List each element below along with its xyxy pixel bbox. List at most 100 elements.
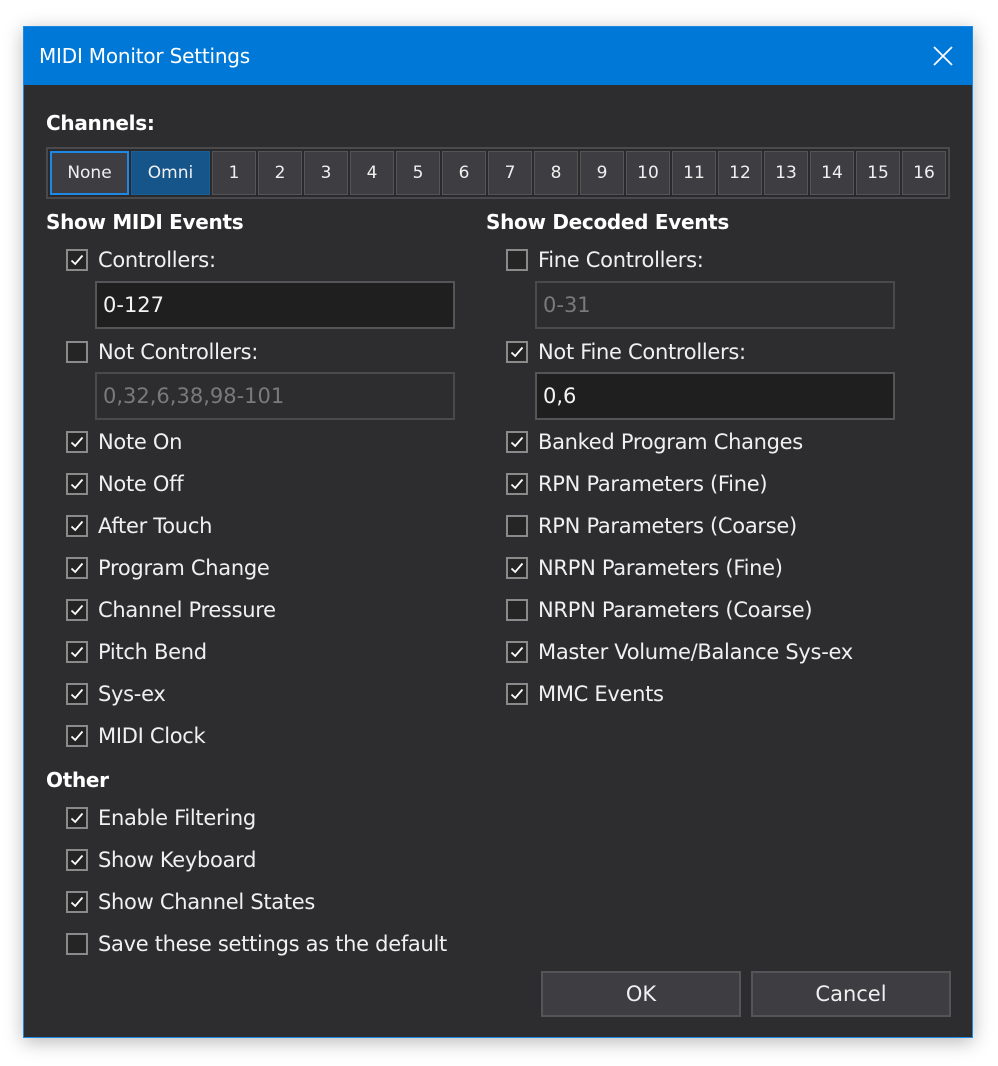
- channel-button-9[interactable]: 9: [580, 151, 624, 195]
- checkmark-icon: [70, 646, 84, 658]
- checkbox-box: [506, 249, 528, 271]
- channel-button-16[interactable]: 16: [902, 151, 946, 195]
- note-on-checkbox[interactable]: Note On: [66, 428, 182, 456]
- channel-button-3[interactable]: 3: [304, 151, 348, 195]
- channel-button-12[interactable]: 12: [718, 151, 762, 195]
- checkbox-box: [66, 557, 88, 579]
- checkbox-label: Program Change: [98, 556, 270, 580]
- checkbox-label: NRPN Parameters (Coarse): [538, 598, 813, 622]
- checkbox-box: [66, 807, 88, 829]
- ok-button[interactable]: OK: [541, 971, 741, 1017]
- channel-button-10[interactable]: 10: [626, 151, 670, 195]
- checkbox-box: [506, 515, 528, 537]
- channel-button-13[interactable]: 13: [764, 151, 808, 195]
- checkmark-icon: [70, 254, 84, 266]
- checkbox-box: [66, 933, 88, 955]
- show-keyboard-checkbox[interactable]: Show Keyboard: [66, 846, 256, 874]
- checkbox-box: [66, 683, 88, 705]
- checkbox-label: NRPN Parameters (Fine): [538, 556, 783, 580]
- checkbox-label: Not Fine Controllers:: [538, 340, 746, 364]
- checkbox-label: MIDI Clock: [98, 724, 206, 748]
- checkmark-icon: [510, 346, 524, 358]
- checkbox-box: [66, 473, 88, 495]
- checkmark-icon: [70, 604, 84, 616]
- mmc-events-checkbox[interactable]: MMC Events: [506, 680, 664, 708]
- checkbox-label: After Touch: [98, 514, 213, 538]
- channel-pressure-checkbox[interactable]: Channel Pressure: [66, 596, 276, 624]
- checkbox-label: Banked Program Changes: [538, 430, 803, 454]
- fine-controllers-input: [535, 281, 895, 329]
- checkbox-box: [506, 641, 528, 663]
- channel-button-15[interactable]: 15: [856, 151, 900, 195]
- channel-button-8[interactable]: 8: [534, 151, 578, 195]
- nrpn-parameters-fine-checkbox[interactable]: NRPN Parameters (Fine): [506, 554, 783, 582]
- channel-button-14[interactable]: 14: [810, 151, 854, 195]
- checkmark-icon: [70, 562, 84, 574]
- checkmark-icon: [70, 478, 84, 490]
- checkbox-box: [506, 341, 528, 363]
- channels-heading: Channels:: [46, 111, 155, 135]
- checkbox-label: RPN Parameters (Fine): [538, 472, 768, 496]
- checkbox-label: Channel Pressure: [98, 598, 276, 622]
- sys-ex-checkbox[interactable]: Sys-ex: [66, 680, 166, 708]
- channel-button-2[interactable]: 2: [258, 151, 302, 195]
- after-touch-checkbox[interactable]: After Touch: [66, 512, 212, 540]
- checkbox-box: [506, 557, 528, 579]
- rpn-parameters-coarse-checkbox[interactable]: RPN Parameters (Coarse): [506, 512, 797, 540]
- controllers-checkbox[interactable]: Controllers:: [66, 246, 216, 274]
- checkbox-label: Show Keyboard: [98, 848, 257, 872]
- midi-events-heading: Show MIDI Events: [46, 210, 244, 234]
- close-icon: [933, 46, 953, 66]
- channel-button-5[interactable]: 5: [396, 151, 440, 195]
- checkmark-icon: [70, 730, 84, 742]
- program-change-checkbox[interactable]: Program Change: [66, 554, 270, 582]
- not-fine-controllers-input[interactable]: [535, 372, 895, 420]
- cancel-button[interactable]: Cancel: [751, 971, 951, 1017]
- checkmark-icon: [70, 520, 84, 532]
- channel-button-4[interactable]: 4: [350, 151, 394, 195]
- decoded-events-heading: Show Decoded Events: [486, 210, 730, 234]
- channel-button-11[interactable]: 11: [672, 151, 716, 195]
- nrpn-parameters-coarse-checkbox[interactable]: NRPN Parameters (Coarse): [506, 596, 813, 624]
- channel-button-omni[interactable]: Omni: [131, 151, 210, 195]
- not-fine-controllers-checkbox[interactable]: Not Fine Controllers:: [506, 338, 746, 366]
- channel-button-none[interactable]: None: [50, 151, 129, 195]
- pitch-bend-checkbox[interactable]: Pitch Bend: [66, 638, 207, 666]
- fine-controllers-checkbox[interactable]: Fine Controllers:: [506, 246, 704, 274]
- checkbox-label: Not Controllers:: [98, 340, 258, 364]
- checkbox-label: Note On: [98, 430, 183, 454]
- settings-dialog: MIDI Monitor Settings Channels: None Omni…: [23, 26, 973, 1038]
- checkbox-label: Master Volume/Balance Sys-ex: [538, 640, 853, 664]
- channel-button-7[interactable]: 7: [488, 151, 532, 195]
- not-controllers-checkbox[interactable]: Not Controllers:: [66, 338, 258, 366]
- checkmark-icon: [510, 478, 524, 490]
- rpn-parameters-fine-checkbox[interactable]: RPN Parameters (Fine): [506, 470, 768, 498]
- checkbox-box: [66, 725, 88, 747]
- channel-button-1[interactable]: 1: [212, 151, 256, 195]
- controllers-input[interactable]: [95, 281, 455, 329]
- note-off-checkbox[interactable]: Note Off: [66, 470, 184, 498]
- checkbox-label: Show Channel States: [98, 890, 316, 914]
- checkmark-icon: [70, 436, 84, 448]
- checkbox-label: Pitch Bend: [98, 640, 207, 664]
- checkbox-box: [66, 641, 88, 663]
- save-these-settings-as-the-default-checkbox[interactable]: Save these settings as the default: [66, 930, 447, 958]
- master-volume-balance-sys-ex-checkbox[interactable]: Master Volume/Balance Sys-ex: [506, 638, 853, 666]
- enable-filtering-checkbox[interactable]: Enable Filtering: [66, 804, 256, 832]
- not-controllers-input: [95, 372, 455, 420]
- checkmark-icon: [70, 896, 84, 908]
- midi-clock-checkbox[interactable]: MIDI Clock: [66, 722, 206, 750]
- dialog-content: Channels: None Omni 1 2 3 4 5 6 7 8 9 10 11 12 13 14 15 1…: [24, 85, 972, 1037]
- close-button[interactable]: [928, 41, 958, 71]
- checkmark-icon: [70, 688, 84, 700]
- checkbox-label: MMC Events: [538, 682, 664, 706]
- banked-program-changes-checkbox[interactable]: Banked Program Changes: [506, 428, 803, 456]
- checkmark-icon: [510, 688, 524, 700]
- checkbox-label: Controllers:: [98, 248, 216, 272]
- checkbox-label: Enable Filtering: [98, 806, 256, 830]
- channel-button-6[interactable]: 6: [442, 151, 486, 195]
- checkbox-box: [66, 249, 88, 271]
- checkbox-box: [66, 515, 88, 537]
- show-channel-states-checkbox[interactable]: Show Channel States: [66, 888, 315, 916]
- checkmark-icon: [510, 436, 524, 448]
